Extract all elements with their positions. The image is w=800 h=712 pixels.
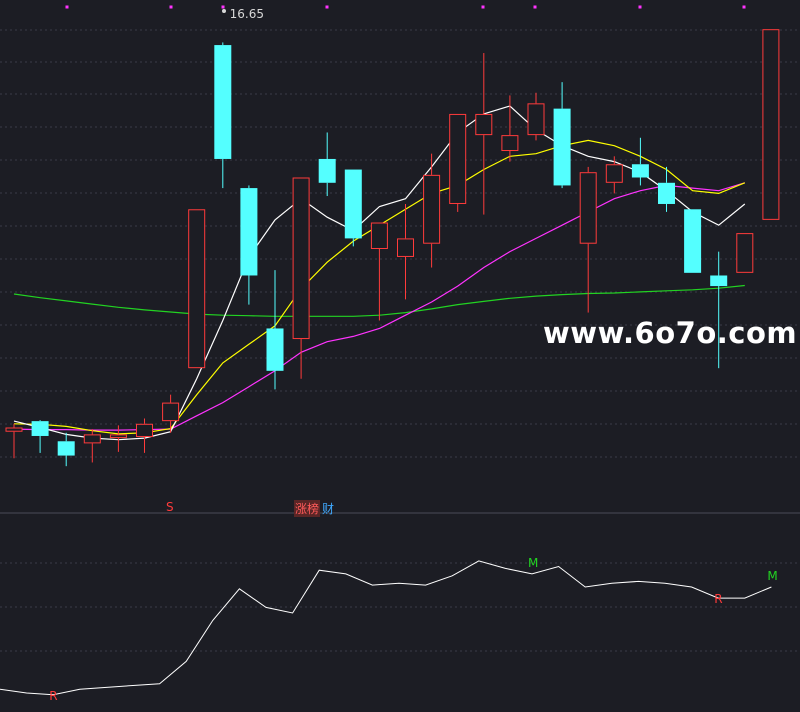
signal-label-2: M (528, 555, 539, 570)
indicator-line (0, 560, 772, 696)
candle-22 (553, 82, 571, 189)
candle-3 (57, 432, 75, 467)
candle-body (266, 328, 284, 371)
candle-18 (449, 113, 467, 212)
candle-2 (31, 420, 49, 453)
candle-body (109, 434, 127, 439)
candle-10 (240, 185, 258, 305)
top-marker-5 (533, 5, 537, 9)
candle-11 (266, 270, 284, 390)
candle-16 (397, 203, 414, 300)
indicator-panel (0, 560, 772, 696)
candle-body (658, 182, 675, 204)
top-marker-7 (742, 5, 746, 9)
candle-23 (579, 166, 597, 313)
high-price-value: 16.65 (229, 7, 264, 21)
candle-body (162, 402, 180, 422)
candle-24 (605, 156, 623, 194)
top-marker-3 (325, 5, 329, 9)
candle-body (710, 275, 728, 287)
candle-14 (344, 169, 362, 247)
zhangting-tag[interactable]: 涨榜 (294, 500, 321, 517)
candle-body (423, 174, 441, 244)
candle-body (83, 434, 101, 444)
candle-8 (188, 209, 206, 369)
candle-body (57, 441, 75, 456)
candle-28 (710, 251, 728, 369)
candle-12 (292, 177, 310, 379)
candle-body (214, 45, 232, 159)
candle-1 (5, 423, 23, 459)
watermark: www.6o7o.com (543, 316, 798, 350)
candle-body (292, 177, 310, 340)
candle-body (605, 164, 623, 183)
candlesticks (5, 29, 780, 467)
candle-body (344, 169, 362, 239)
signal-label-1: R (49, 688, 58, 703)
high-price-label: 16.65 (222, 7, 264, 21)
candle-body (684, 209, 702, 273)
candle-body (631, 164, 649, 178)
s-mark[interactable]: S (166, 500, 174, 514)
stock-chart[interactable] (0, 0, 800, 712)
candle-15 (370, 222, 388, 321)
candle-9 (214, 42, 232, 189)
candle-body (397, 238, 414, 257)
candle-body (318, 158, 336, 183)
candle-7 (162, 394, 180, 433)
candle-body (370, 222, 388, 249)
candle-27 (684, 209, 702, 273)
candle-body (240, 188, 258, 276)
candle-13 (318, 132, 336, 197)
candle-19 (475, 53, 493, 215)
top-marker-4 (481, 5, 485, 9)
candle-body (553, 108, 571, 186)
candle-body (501, 135, 519, 152)
signal-label-3: R (714, 592, 723, 607)
candle-body (475, 113, 493, 136)
candle-17 (423, 153, 441, 268)
candle-body (736, 233, 754, 273)
top-marker-6 (638, 5, 642, 9)
candle-body (449, 113, 467, 204)
top-marker-0 (65, 5, 69, 9)
candle-body (527, 103, 545, 136)
candle-body (136, 423, 153, 438)
candle-25 (631, 137, 649, 186)
candle-body (188, 209, 206, 369)
candle-30 (762, 29, 780, 220)
candle-body (762, 29, 780, 220)
top-marker-1 (169, 5, 173, 9)
candle-21 (527, 92, 545, 141)
candle-body (579, 172, 597, 244)
candle-body (5, 427, 23, 432)
signal-label-4: M (767, 568, 778, 583)
candle-body (31, 421, 49, 436)
candle-29 (736, 233, 754, 273)
candle-5 (109, 425, 127, 452)
cai-tag[interactable]: 财 (322, 500, 334, 517)
candle-20 (501, 95, 519, 162)
